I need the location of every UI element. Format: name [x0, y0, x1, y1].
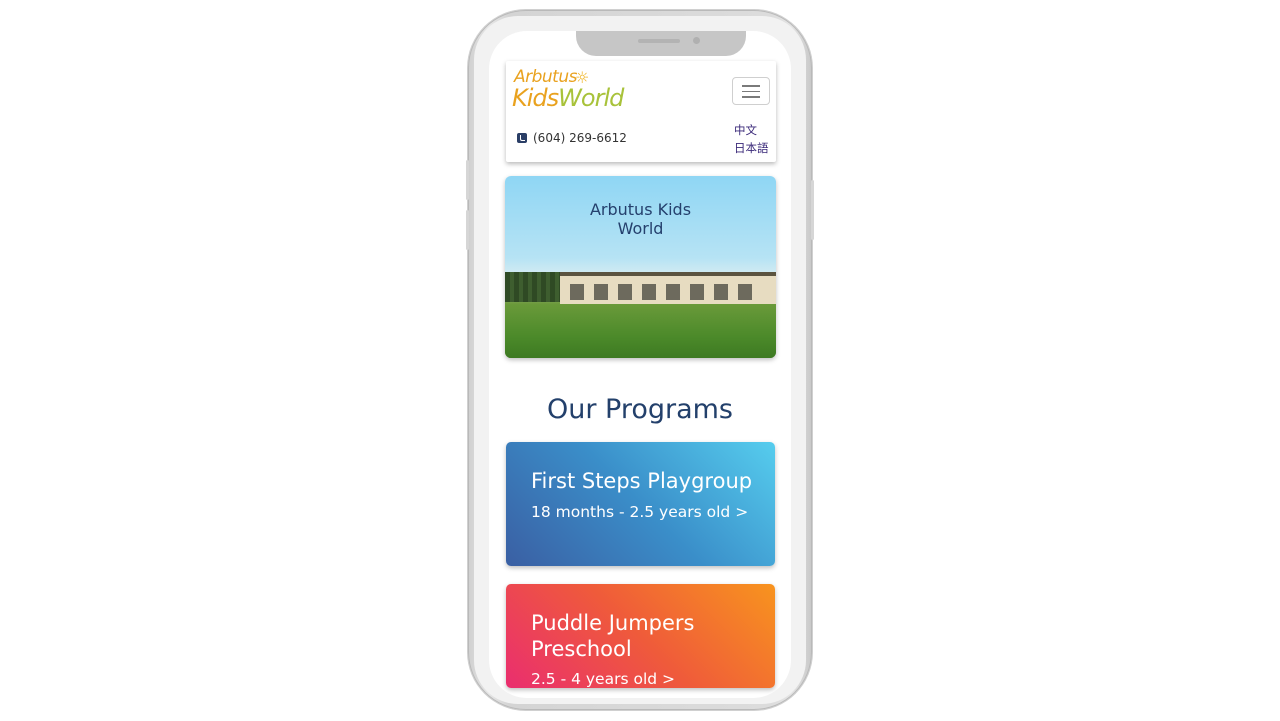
logo-text-world: World — [558, 84, 624, 112]
program-title-line1: Puddle Jumpers — [531, 611, 695, 635]
volume-up-button — [466, 160, 469, 200]
phone-number: (604) 269-6612 — [533, 131, 627, 145]
phone-screen: Arbutus ☼ KidsWorld (604) 269-6612 中文 日本… — [489, 31, 791, 698]
hamburger-icon-bar — [742, 90, 760, 92]
site-header: Arbutus ☼ KidsWorld (604) 269-6612 中文 日本… — [506, 61, 776, 162]
volume-down-button — [466, 210, 469, 250]
program-age-range: 18 months - 2.5 years old > — [531, 503, 749, 521]
site-logo[interactable]: Arbutus ☼ KidsWorld — [512, 67, 624, 112]
programs-heading: Our Programs — [546, 394, 734, 425]
hero-lawn — [505, 304, 776, 358]
hero-banner: Arbutus Kids World — [505, 176, 776, 358]
program-title: Puddle Jumpers Preschool — [531, 610, 694, 662]
program-title-line2: Preschool — [531, 637, 632, 661]
hamburger-icon-bar — [742, 96, 760, 98]
logo-text-kidsworld: KidsWorld — [512, 84, 624, 112]
phone-frame: Arbutus ☼ KidsWorld (604) 269-6612 中文 日本… — [466, 10, 814, 710]
camera-icon — [693, 37, 700, 44]
lang-link-chinese[interactable]: 中文 — [734, 122, 757, 138]
lang-link-japanese[interactable]: 日本語 — [734, 140, 769, 156]
power-button — [811, 180, 814, 240]
phone-link[interactable]: (604) 269-6612 — [517, 131, 627, 145]
program-card-first-steps[interactable]: First Steps Playgroup 18 months - 2.5 ye… — [506, 442, 775, 566]
hamburger-icon — [742, 85, 760, 87]
program-card-puddle-jumpers[interactable]: Puddle Jumpers Preschool 2.5 - 4 years o… — [506, 584, 775, 688]
hero-title: Arbutus Kids World — [505, 200, 776, 238]
phone-icon — [517, 133, 527, 143]
menu-toggle-button[interactable] — [732, 77, 770, 105]
hero-title-line2: World — [617, 219, 664, 238]
hero-trees — [505, 272, 565, 302]
speaker-grille — [638, 39, 680, 43]
hero-title-line1: Arbutus Kids — [589, 200, 692, 219]
phone-notch — [576, 31, 746, 56]
program-title: First Steps Playgroup — [531, 469, 753, 493]
program-age-range: 2.5 - 4 years old > — [531, 670, 676, 688]
logo-text-kids: Kids — [512, 84, 559, 112]
